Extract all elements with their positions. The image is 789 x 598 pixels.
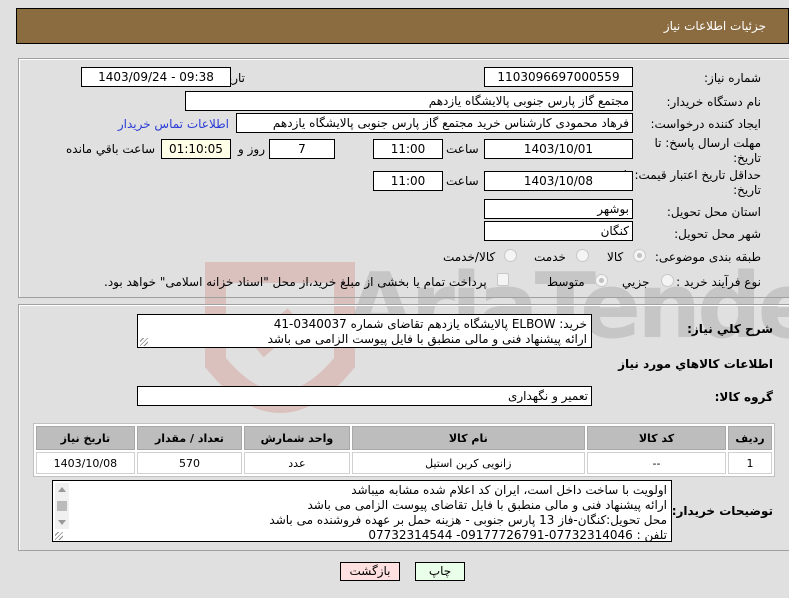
- price-validity-date-field: 1403/10/08: [484, 171, 633, 191]
- buyer-notes-line-1: اولویت با ساخت داخل است، ایران کد اعلام …: [351, 483, 667, 497]
- table-row: 1 -- زانویی کربن استیل عدد 570 1403/10/0…: [36, 452, 772, 474]
- buyer-org-field: مجتمع گاز پارس جنوبی پالایشگاه یازدهم: [185, 91, 633, 111]
- description-line-2: ارائه پیشنهاد فنی و مالی منطبق با فایل پ…: [267, 332, 587, 346]
- col-goods-name: نام کالا: [351, 426, 585, 450]
- response-deadline-label-line1: مهلت ارسال پاسخ: تا: [654, 136, 761, 150]
- cell-need-date: 1403/10/08: [36, 452, 135, 474]
- scroll-up-icon[interactable]: [58, 487, 66, 492]
- page-header: جزئیات اطلاعات نیاز: [16, 8, 789, 44]
- description-textarea[interactable]: خرید: ELBOW پالایشگاه یازدهم تقاضای شمار…: [137, 314, 592, 348]
- buyer-notes-line-3: محل تحویل:کنگان-فاز 13 پارس جنوبی - هزین…: [269, 513, 667, 527]
- response-time-label: ساعت: [446, 142, 479, 156]
- category-option-service: خدمت: [534, 250, 566, 264]
- cell-row-number: 1: [728, 452, 772, 474]
- resize-grip-icon[interactable]: [140, 338, 148, 346]
- price-validity-label-line1: حداقل تاریخ اعتبار قیمت: تا: [623, 168, 761, 182]
- cell-goods-name: زانویی کربن استیل: [351, 452, 585, 474]
- remaining-time-label: ساعت باقي مانده: [66, 142, 156, 156]
- buyer-notes-label: توضیحات خریدار:: [671, 504, 773, 518]
- goods-section-title: اطلاعات کالاهاي مورد نیاز: [618, 357, 773, 371]
- col-row-number: ردیف: [728, 426, 772, 450]
- goods-group-label: گروه کالا:: [714, 390, 773, 404]
- goods-group-field: تعمیر و نگهداری: [137, 386, 592, 406]
- description-line-1: خرید: ELBOW پالایشگاه یازدهم تقاضای شمار…: [273, 317, 587, 331]
- col-unit: واحد شمارش: [244, 426, 350, 450]
- price-validity-time-field: 11:00: [373, 171, 443, 191]
- category-radio-goods[interactable]: [633, 249, 646, 262]
- page-title: جزئیات اطلاعات نیاز: [663, 19, 766, 33]
- process-option-minor: جزیي: [622, 275, 650, 289]
- price-validity-label-line2: تاریخ:: [733, 183, 761, 197]
- category-label: طبقه بندی موضوعی:: [654, 250, 761, 264]
- table-header-row: ردیف کد کالا نام کالا واحد شمارش تعداد /…: [36, 426, 772, 450]
- announce-datetime-field: 1403/09/24 - 09:38: [81, 67, 231, 87]
- process-radio-minor[interactable]: [661, 274, 674, 287]
- scroll-down-icon[interactable]: [58, 520, 66, 525]
- resize-grip-icon[interactable]: [55, 532, 63, 540]
- category-option-goods-service: کالا/خدمت: [443, 250, 496, 264]
- requester-field: فرهاد محمودی کارشناس خرید مجتمع گاز پارس…: [236, 113, 633, 133]
- buyer-contact-link[interactable]: اطلاعات تماس خریدار: [118, 117, 229, 131]
- treasury-checkbox[interactable]: [497, 273, 509, 286]
- city-label: شهر محل تحویل:: [674, 227, 761, 241]
- back-button[interactable]: بازگشت: [340, 562, 400, 581]
- buyer-notes-line-2: ارائه پیشنهاد فنی و مالی منطبق با فایل ت…: [307, 498, 667, 512]
- process-radio-medium[interactable]: [595, 274, 608, 287]
- category-radio-service[interactable]: [576, 249, 589, 262]
- requester-label: ایجاد کننده درخواست:: [650, 117, 761, 131]
- province-label: استان محل تحویل:: [666, 205, 761, 219]
- cell-quantity: 570: [136, 452, 243, 474]
- city-field: کنگان: [484, 221, 633, 241]
- response-time-field: 11:00: [373, 139, 443, 159]
- col-quantity: تعداد / مقدار: [136, 426, 243, 450]
- col-goods-code: کد کالا: [586, 426, 727, 450]
- buyer-org-label: نام دستگاه خریدار:: [666, 95, 762, 109]
- price-validity-time-label: ساعت: [446, 174, 479, 188]
- days-label: روز و: [238, 142, 265, 156]
- description-label: شرح کلي نیاز:: [687, 322, 773, 336]
- buyer-notes-textarea[interactable]: اولویت با ساخت داخل است، ایران کد اعلام …: [52, 480, 672, 542]
- need-number-field: 1103096697000559: [484, 67, 633, 87]
- scroll-thumb[interactable]: [57, 501, 67, 511]
- buyer-notes-line-4: تلفن : 07732314046-09177726791- 07732314…: [368, 528, 667, 542]
- col-need-date: تاریخ نیاز: [36, 426, 135, 450]
- process-option-medium: متوسط: [547, 275, 585, 289]
- remaining-time-field: 01:10:05: [161, 139, 231, 159]
- buyer-notes-scrollbar[interactable]: [55, 483, 69, 529]
- treasury-checkbox-label: پرداخت تمام یا بخشی از مبلغ خرید،از محل …: [104, 275, 487, 289]
- remaining-days-field: 7: [269, 139, 335, 159]
- cell-unit: عدد: [244, 452, 350, 474]
- need-number-label: شماره نیاز:: [704, 71, 761, 85]
- category-option-goods: کالا: [607, 250, 624, 264]
- cell-goods-code: --: [586, 452, 727, 474]
- goods-table: ردیف کد کالا نام کالا واحد شمارش تعداد /…: [33, 423, 775, 477]
- response-deadline-date-field: 1403/10/01: [484, 139, 633, 159]
- province-field: بوشهر: [484, 199, 633, 219]
- purchase-process-label: نوع فرآیند خرید :: [676, 275, 761, 289]
- response-deadline-label-line2: تاریخ:: [733, 151, 761, 165]
- category-radio-goods-service[interactable]: [504, 249, 517, 262]
- print-button[interactable]: چاپ: [415, 562, 465, 581]
